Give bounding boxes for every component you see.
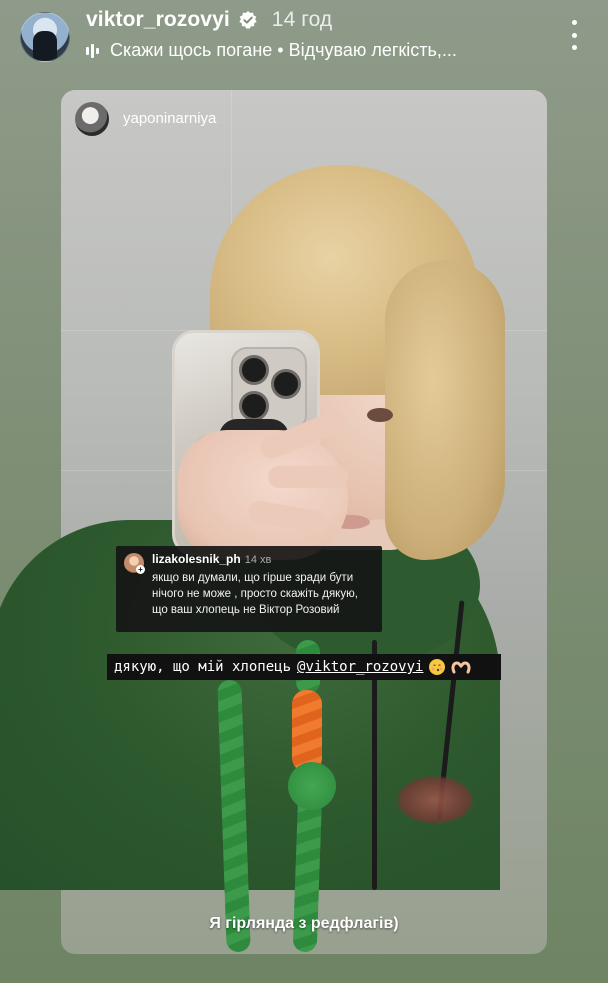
orange-lanyard: [292, 690, 322, 772]
post-time: 14 год: [271, 8, 333, 31]
music-row[interactable]: Скажи щось погане • Відчуваю легкість,..…: [86, 40, 457, 61]
avatar-figure: [33, 31, 57, 61]
card-author-avatar[interactable]: [75, 102, 109, 136]
bottom-caption: Я гірлянда з редфлагів): [209, 915, 399, 932]
verified-badge-icon: [238, 10, 258, 30]
hair-side: [385, 260, 505, 560]
comment-text: якщо ви думали, що гірше зради бути нічо…: [152, 572, 358, 616]
camera-lens-icon: [239, 391, 269, 421]
music-title: Скажи щось погане • Відчуваю легкість,..…: [110, 40, 457, 60]
comment-header: lizakolesnik_ph 14 хв: [152, 552, 271, 566]
reshared-comment[interactable]: + lizakolesnik_ph 14 хв якщо ви думали, щ…: [116, 546, 382, 632]
more-vertical-icon[interactable]: [564, 20, 584, 50]
camera-lens-icon: [271, 369, 301, 399]
lanyard-knot: [288, 762, 336, 810]
finger: [246, 499, 330, 535]
camera-lens-icon: [239, 355, 269, 385]
equalizer-icon: [86, 43, 102, 59]
card-author-username[interactable]: yaponinarniya: [123, 110, 216, 127]
kissing-face-icon: [429, 659, 446, 675]
hoodie-logo: [395, 775, 475, 825]
mention-link[interactable]: @viktor_rozovyi: [297, 659, 423, 675]
author-header: viktor_rozovyi 14 год: [86, 8, 332, 32]
caption-text: дякую, що мій хлопець: [114, 659, 292, 675]
hand: [178, 407, 349, 560]
eye: [367, 408, 393, 422]
heart-hands-icon: [451, 660, 471, 674]
comment-time: 14 хв: [244, 554, 272, 566]
caption-sticker: дякую, що мій хлопець @viktor_rozovyi: [107, 654, 501, 680]
plus-icon: +: [136, 565, 145, 574]
author-username[interactable]: viktor_rozovyi: [86, 8, 230, 32]
finger: [268, 466, 348, 488]
author-avatar[interactable]: [20, 12, 70, 62]
comment-username: lizakolesnik_ph: [152, 552, 241, 566]
